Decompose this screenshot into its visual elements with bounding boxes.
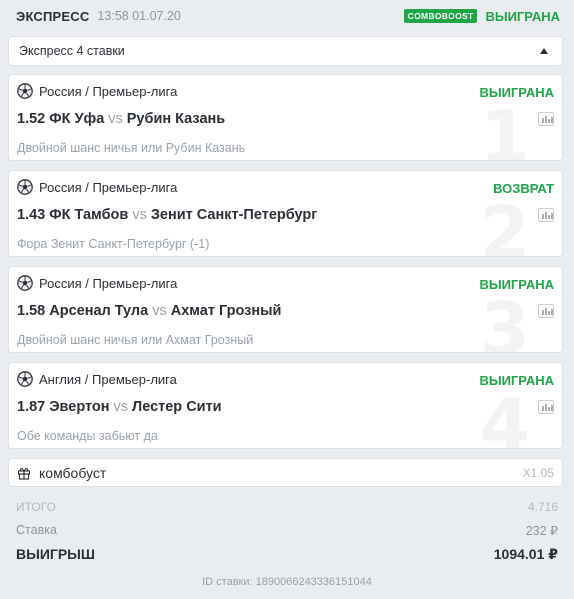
comboboost-multiplier: X1.05 [522,465,554,480]
event-card: Россия / Премьер-лига ВОЗВРАТ 2 1.43 ФК Т… [8,170,563,257]
soccer-ball-icon [17,275,33,291]
away-team: Ахмат Грозный [170,303,282,319]
event-odds: 1.52 [17,111,46,127]
league-label: Англия / Премьер-лига [39,371,177,387]
event-card: Англия / Премьер-лига ВЫИГРАНА 4 1.87 Эве… [8,362,563,449]
soccer-ball-icon [17,179,33,195]
event-odds: 1.43 [17,207,46,223]
market-description: Двойной шанс ничья или Рубин Казань [17,141,246,155]
home-team: Арсенал Тула [49,303,149,319]
event-card: Россия / Премьер-лига ВЫИГРАНА 1 1.52 ФК … [8,74,563,161]
vs-label: vs [152,303,167,319]
bet-header: ЭКСПРЕСС 13:58 01.07.20 COMBOBOOST ВЫИГР… [0,0,574,32]
total-odds-label: ИТОГО [16,500,56,514]
event-odds: 1.58 [17,303,46,319]
comboboost-label: комбобуст [39,464,107,481]
bet-id: ID ставки: 1890066243336151044 [202,576,372,588]
soccer-ball-icon [17,83,33,99]
event-index-number: 1 [479,95,530,161]
gift-icon [17,467,31,480]
league-label: Россия / Премьер-лига [39,83,178,99]
stake-label: Ставка [16,523,57,537]
event-card: Россия / Премьер-лига ВЫИГРАНА 3 1.58 Арс… [8,266,563,353]
home-team: Эвертон [49,399,110,415]
away-team: Рубин Казань [126,111,226,127]
total-odds-value: 4.716 [527,500,558,514]
comboboost-row: комбобуст X1.05 [8,458,563,487]
express-collapse-toggle[interactable]: Экспресс 4 ставки [8,36,563,66]
match-line: 1.87 Эвертон vs Лестер Сити [17,399,222,415]
event-index-number: 2 [479,191,530,257]
stats-icon[interactable] [538,304,554,318]
match-line: 1.43 ФК Тамбов vs Зенит Санкт-Петербург [17,207,317,223]
bet-result-status: ВЫИГРАНА [485,8,560,24]
express-summary-label: Экспресс 4 ставки [19,44,125,58]
league-label: Россия / Премьер-лига [39,275,178,291]
home-team: ФК Уфа [49,111,105,127]
stake-value: 232 ₽ [525,524,558,538]
stake-row: Ставка 232 ₽ [16,523,558,538]
vs-label: vs [132,207,147,223]
stats-icon[interactable] [538,112,554,126]
match-line: 1.52 ФК Уфа vs Рубин Казань [17,111,225,127]
bet-type-title: ЭКСПРЕСС [16,8,90,24]
winnings-label: ВЫИГРЫШ [16,546,95,562]
away-team: Лестер Сити [132,399,222,415]
bet-datetime: 13:58 01.07.20 [97,9,181,23]
league-label: Россия / Премьер-лига [39,179,178,195]
vs-label: vs [108,111,123,127]
market-description: Двойной шанс ничья или Ахмат Грозный [17,333,254,347]
stats-icon[interactable] [538,208,554,222]
chevron-up-icon [540,48,548,54]
event-odds: 1.87 [17,399,46,415]
market-description: Обе команды забьют да [17,429,158,443]
match-line: 1.58 Арсенал Тула vs Ахмат Грозный [17,303,281,319]
away-team: Зенит Санкт-Петербург [150,207,318,223]
total-odds-row: ИТОГО 4.716 [16,500,558,514]
vs-label: vs [113,399,129,415]
winnings-value: 1094.01 ₽ [493,546,558,562]
soccer-ball-icon [17,371,33,387]
winnings-row: ВЫИГРЫШ 1094.01 ₽ [16,546,558,563]
stats-icon[interactable] [538,400,554,414]
event-index-number: 3 [479,287,530,353]
comboboost-badge: COMBOBOOST [403,9,478,23]
market-description: Фора Зенит Санкт-Петербург (-1) [17,237,210,251]
home-team: ФК Тамбов [49,207,129,223]
event-index-number: 4 [479,383,530,449]
